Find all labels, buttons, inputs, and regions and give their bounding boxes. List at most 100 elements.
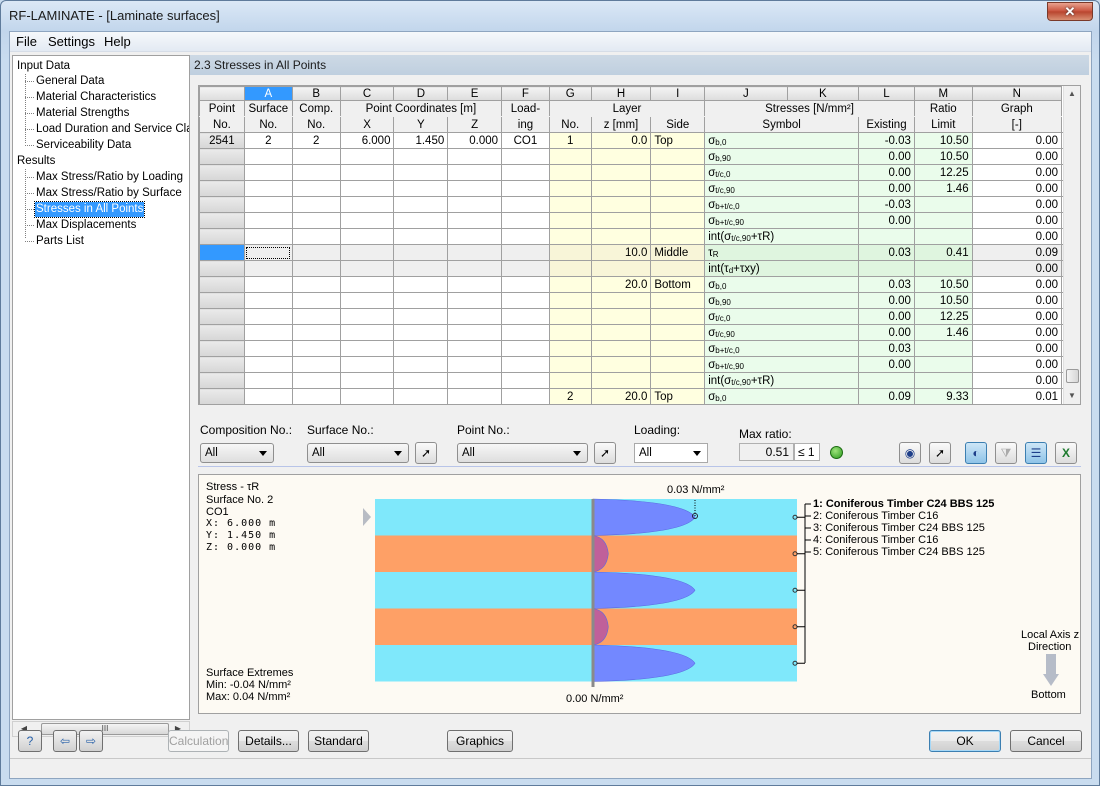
- col-letter-h[interactable]: H: [590, 86, 652, 101]
- view-mode-button[interactable]: ◉: [899, 442, 921, 464]
- cell-side[interactable]: Top: [650, 132, 706, 149]
- cell-loading[interactable]: [501, 164, 550, 181]
- cell-surface-no[interactable]: [243, 212, 293, 229]
- cell-x[interactable]: [339, 340, 395, 357]
- row-header-point-no[interactable]: [199, 260, 245, 277]
- cell-side[interactable]: Middle: [650, 244, 706, 261]
- cell-symbol[interactable]: σb,0: [704, 388, 860, 404]
- cell-side[interactable]: [650, 324, 706, 341]
- cell-loading[interactable]: [501, 244, 550, 261]
- cell-existing[interactable]: 0.00: [858, 292, 915, 309]
- cell-x[interactable]: [339, 308, 395, 325]
- cell-surface-no[interactable]: [243, 196, 293, 213]
- table-row[interactable]: σt/c,90 0.00 1.46 0.00: [199, 180, 1080, 197]
- cell-existing[interactable]: 0.00: [858, 356, 915, 373]
- cell-x[interactable]: [339, 276, 395, 293]
- cell-ratio[interactable]: 0.00: [971, 228, 1063, 245]
- cell-z[interactable]: [447, 308, 503, 325]
- standard-button[interactable]: Standard: [308, 730, 369, 752]
- tree-group-results[interactable]: Results: [17, 154, 55, 169]
- tree-item-material-characteristics[interactable]: Material Characteristics: [36, 90, 156, 105]
- cell-comp-no[interactable]: [291, 324, 341, 341]
- menu-settings[interactable]: Settings: [48, 34, 95, 49]
- row-header-point-no[interactable]: [199, 388, 245, 404]
- cell-symbol[interactable]: σb,0: [704, 132, 860, 149]
- loading-select[interactable]: All: [634, 443, 708, 463]
- cell-symbol[interactable]: σb,90: [704, 148, 860, 165]
- pick-surface-button[interactable]: ➚: [415, 442, 437, 464]
- cell-comp-no[interactable]: 2: [291, 132, 341, 149]
- cell-symbol[interactable]: int(σt/c,90+τR): [704, 228, 860, 245]
- cell-comp-no[interactable]: [291, 340, 341, 357]
- next-table-button[interactable]: ⇨: [79, 730, 103, 752]
- cell-existing[interactable]: 0.00: [858, 212, 915, 229]
- row-header-point-no[interactable]: [199, 340, 245, 357]
- cell-ratio[interactable]: 0.00: [971, 212, 1063, 229]
- cell-ratio[interactable]: 0.00: [971, 276, 1063, 293]
- cell-existing[interactable]: 0.00: [858, 180, 915, 197]
- cell-limit[interactable]: 12.25: [913, 308, 973, 325]
- menu-help[interactable]: Help: [104, 34, 131, 49]
- cell-symbol[interactable]: int(σt/c,90+τR): [704, 372, 860, 389]
- cell-layer-z[interactable]: [590, 324, 652, 341]
- cell-y[interactable]: [393, 244, 449, 261]
- surface-select[interactable]: All: [307, 443, 409, 463]
- cell-layer-no[interactable]: [548, 180, 592, 197]
- cell-symbol[interactable]: σb+t/c,0: [704, 340, 860, 357]
- table-row[interactable]: σt/c,0 0.00 12.25 0.00: [199, 308, 1080, 325]
- cell-ratio[interactable]: 0.00: [971, 292, 1063, 309]
- cell-limit[interactable]: [913, 372, 973, 389]
- cell-comp-no[interactable]: [291, 196, 341, 213]
- cell-loading[interactable]: [501, 276, 550, 293]
- cell-side[interactable]: [650, 260, 706, 277]
- tree-item-parts-list[interactable]: Parts List: [36, 234, 84, 249]
- cell-symbol[interactable]: σt/c,0: [704, 308, 860, 325]
- cell-layer-z[interactable]: 0.0: [590, 132, 652, 149]
- cell-existing[interactable]: [858, 372, 915, 389]
- cell-symbol[interactable]: int(τd+τxy): [704, 260, 860, 277]
- cell-layer-z[interactable]: 10.0: [590, 244, 652, 261]
- cell-layer-no[interactable]: [548, 260, 592, 277]
- cell-z[interactable]: [447, 180, 503, 197]
- cell-loading[interactable]: [501, 292, 550, 309]
- cell-x[interactable]: [339, 260, 395, 277]
- cell-existing[interactable]: -0.03: [858, 196, 915, 213]
- table-row[interactable]: 2 20.0 Top σb,0 0.09 9.33 0.01: [199, 388, 1080, 404]
- cell-z[interactable]: [447, 292, 503, 309]
- cell-side[interactable]: [650, 340, 706, 357]
- cell-z[interactable]: [447, 340, 503, 357]
- cell-x[interactable]: [339, 164, 395, 181]
- cell-ratio[interactable]: 0.09: [971, 244, 1063, 261]
- row-header-point-no[interactable]: [199, 276, 245, 293]
- cell-z[interactable]: 0.000: [447, 132, 503, 149]
- tree-item-serviceability-data[interactable]: Serviceability Data: [36, 138, 131, 153]
- cell-y[interactable]: [393, 388, 449, 404]
- cell-ratio[interactable]: 0.00: [971, 260, 1063, 277]
- cell-limit[interactable]: [913, 340, 973, 357]
- col-letter-m[interactable]: M: [913, 86, 973, 101]
- cell-existing[interactable]: 0.03: [858, 340, 915, 357]
- cell-existing[interactable]: [858, 228, 915, 245]
- cell-layer-no[interactable]: [548, 164, 592, 181]
- col-letter-f[interactable]: F: [501, 86, 550, 101]
- cell-limit[interactable]: 10.50: [913, 276, 973, 293]
- cell-comp-no[interactable]: [291, 372, 341, 389]
- cell-y[interactable]: [393, 356, 449, 373]
- cell-ratio[interactable]: 0.01: [971, 388, 1063, 404]
- cell-z[interactable]: [447, 244, 503, 261]
- cell-y[interactable]: [393, 308, 449, 325]
- cell-existing[interactable]: 0.00: [858, 148, 915, 165]
- cell-side[interactable]: Bottom: [650, 276, 706, 293]
- cell-y[interactable]: [393, 260, 449, 277]
- col-letter-j[interactable]: J: [704, 86, 788, 101]
- cell-surface-no[interactable]: [243, 164, 293, 181]
- row-header-point-no[interactable]: [199, 292, 245, 309]
- cell-layer-no[interactable]: 1: [548, 132, 592, 149]
- ok-button[interactable]: OK: [929, 730, 1001, 752]
- row-header-point-no[interactable]: [199, 356, 245, 373]
- cell-comp-no[interactable]: [291, 164, 341, 181]
- cell-x[interactable]: [339, 324, 395, 341]
- cell-ratio[interactable]: 0.00: [971, 324, 1063, 341]
- cell-y[interactable]: [393, 372, 449, 389]
- cell-loading[interactable]: [501, 372, 550, 389]
